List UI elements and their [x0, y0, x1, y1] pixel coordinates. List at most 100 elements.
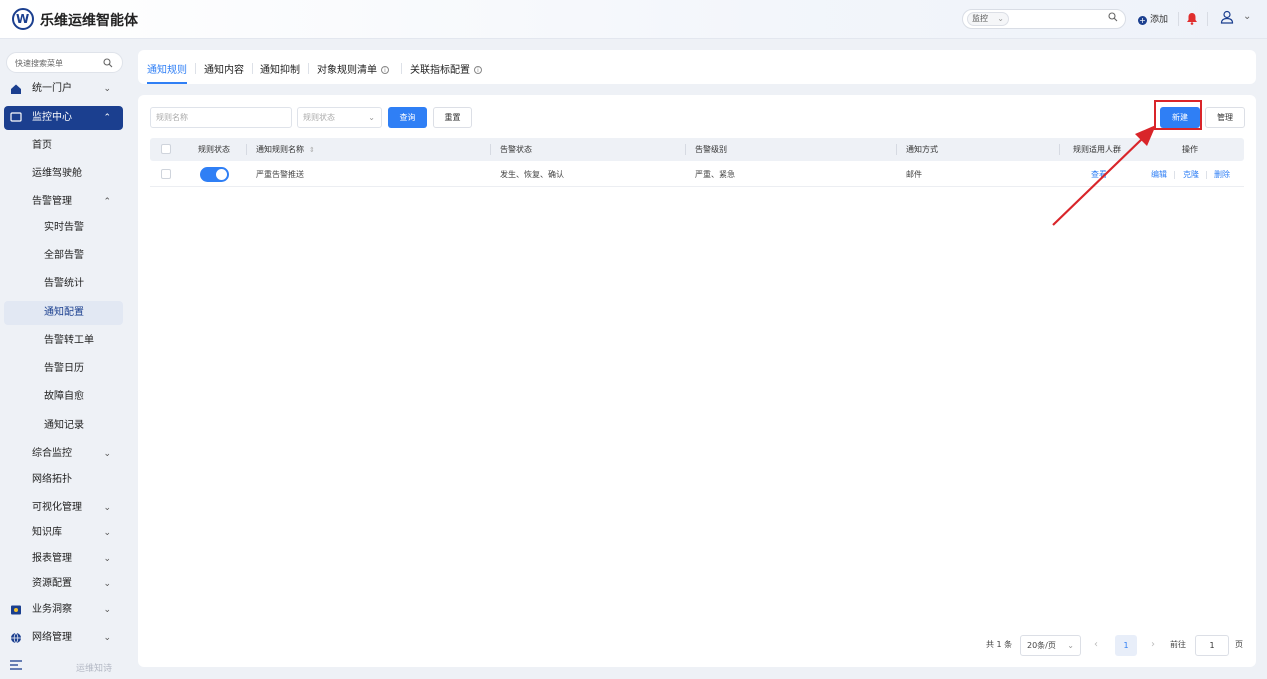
- chevron-down-icon[interactable]: ⌄: [1243, 11, 1251, 22]
- sidebar-item-visualization[interactable]: 可视化管理 ⌄: [4, 497, 123, 519]
- clone-link[interactable]: 克隆: [1183, 162, 1199, 187]
- global-search[interactable]: 监控 ⌄: [962, 9, 1126, 29]
- logo-letter: W: [16, 12, 30, 26]
- select-all-checkbox[interactable]: [161, 144, 171, 154]
- sidebar-item-business-insight[interactable]: 业务洞察 ⌄: [4, 599, 123, 621]
- manage-button[interactable]: 管理: [1205, 107, 1245, 128]
- active-tab-indicator: [147, 82, 187, 84]
- search-icon[interactable]: [1108, 12, 1118, 22]
- sidebar-item-alert-mgmt[interactable]: 告警管理 ⌃: [4, 191, 123, 213]
- chevron-up-icon: ⌃: [103, 113, 111, 123]
- prev-page-icon[interactable]: ‹: [1094, 635, 1098, 655]
- sidebar-item-alert-ticket[interactable]: 告警转工单: [4, 330, 123, 352]
- user-icon[interactable]: [1220, 10, 1234, 24]
- column-divider: [246, 144, 247, 155]
- tab-notify-content[interactable]: 通知内容: [204, 61, 244, 76]
- sidebar-item-label: 告警转工单: [44, 335, 94, 346]
- page-suffix: 页: [1235, 640, 1243, 649]
- sidebar-item-label: 告警统计: [44, 278, 84, 289]
- chevron-down-icon: ⌄: [103, 633, 111, 643]
- rule-status-toggle[interactable]: [200, 167, 229, 182]
- delete-link[interactable]: 删除: [1214, 162, 1230, 187]
- collapse-menu-icon[interactable]: [10, 660, 22, 670]
- chevron-down-icon: ⌄: [103, 528, 111, 538]
- query-button[interactable]: 查询: [388, 107, 427, 128]
- sidebar-item-label: 告警日历: [44, 363, 84, 374]
- page-size-select[interactable]: 20条/页 ⌄: [1020, 635, 1081, 656]
- menu-search-input[interactable]: 快速搜索菜单: [6, 52, 123, 73]
- sidebar-footer-text: 运维知诗: [76, 664, 113, 674]
- menu-search-placeholder: 快速搜索菜单: [15, 59, 63, 68]
- page-number[interactable]: 1: [1115, 635, 1137, 656]
- sidebar: 快速搜索菜单 统一门户 ⌄ 监控中心 ⌃ 首页 运维驾驶舱 告警管理 ⌃ 实时告警…: [0, 40, 133, 679]
- sidebar-item-reports[interactable]: 报表管理 ⌄: [4, 548, 123, 570]
- globe-icon: [11, 632, 21, 644]
- search-scope-label: 监控: [972, 14, 988, 23]
- rule-name-input[interactable]: 规则名称: [150, 107, 292, 128]
- rule-status-placeholder: 规则状态: [303, 113, 335, 122]
- tab-divider: [195, 63, 196, 74]
- alert-level-cell: 严重、紧急: [695, 170, 735, 179]
- action-divider: [1206, 171, 1207, 179]
- tab-object-rules[interactable]: 对象规则清单 i: [317, 61, 389, 76]
- main-content: 规则名称 规则状态 ⌄ 查询 重置 新建 管理 规则状态 通知规则名称 ⇕ 告警状…: [138, 95, 1256, 667]
- rule-name-cell: 严重告警推送: [256, 170, 304, 179]
- sidebar-item-label: 资源配置: [32, 578, 72, 589]
- add-label: 添加: [1150, 15, 1169, 25]
- sidebar-item-label: 告警管理: [32, 196, 72, 207]
- search-scope-select[interactable]: 监控 ⌄: [967, 12, 1009, 26]
- rule-status-select[interactable]: 规则状态 ⌄: [297, 107, 382, 128]
- edit-link[interactable]: 编辑: [1151, 162, 1167, 187]
- sidebar-item-network-topology[interactable]: 网络拓扑: [4, 469, 123, 491]
- header-divider: [1207, 12, 1208, 26]
- tab-notify-suppression[interactable]: 通知抑制: [260, 61, 300, 76]
- add-button[interactable]: + 添加: [1138, 12, 1168, 25]
- sidebar-item-label: 通知配置: [44, 307, 84, 318]
- sidebar-item-integrated-monitoring[interactable]: 综合监控 ⌄: [4, 443, 123, 465]
- tab-related-metrics[interactable]: 关联指标配置 i: [410, 61, 482, 76]
- sidebar-item-monitoring[interactable]: 监控中心 ⌃: [4, 106, 123, 130]
- column-divider: [490, 144, 491, 155]
- page-size-label: 20条/页: [1027, 641, 1056, 650]
- sidebar-item-notify-records[interactable]: 通知记录: [4, 415, 123, 437]
- sidebar-item-knowledge-base[interactable]: 知识库 ⌄: [4, 522, 123, 544]
- sidebar-item-alert-stats[interactable]: 告警统计: [4, 273, 123, 295]
- chevron-down-icon: ⌄: [103, 605, 111, 615]
- tab-notify-rules[interactable]: 通知规则: [147, 61, 187, 76]
- highlight-box: [1154, 100, 1202, 130]
- home-icon: [11, 84, 21, 94]
- alert-status-cell: 发生、恢复、确认: [500, 170, 564, 179]
- sidebar-item-resource-config[interactable]: 资源配置 ⌄: [4, 573, 123, 595]
- sidebar-item-self-healing[interactable]: 故障自愈: [4, 386, 123, 408]
- row-checkbox[interactable]: [161, 169, 171, 179]
- sidebar-item-all-alerts[interactable]: 全部告警: [4, 245, 123, 267]
- reset-button[interactable]: 重置: [433, 107, 472, 128]
- sidebar-item-label: 全部告警: [44, 250, 84, 261]
- column-label: 通知规则名称: [256, 145, 304, 154]
- notify-method-cell: 邮件: [906, 170, 922, 179]
- tab-label: 对象规则清单: [317, 65, 377, 76]
- next-page-icon[interactable]: ›: [1151, 635, 1155, 655]
- monitor-icon: [10, 112, 22, 122]
- sidebar-item-cockpit[interactable]: 运维驾驶舱: [4, 163, 123, 185]
- column-header[interactable]: 通知规则名称 ⇕: [256, 138, 315, 162]
- column-divider: [1059, 144, 1060, 155]
- sidebar-item-notify-config[interactable]: 通知配置: [4, 301, 123, 325]
- sidebar-item-network-mgmt[interactable]: 网络管理 ⌄: [4, 627, 123, 649]
- pagination-total: 共 1 条: [986, 640, 1013, 649]
- tab-bar: 通知规则 通知内容 通知抑制 对象规则清单 i 关联指标配置 i: [138, 50, 1256, 84]
- sidebar-item-label: 实时告警: [44, 222, 84, 233]
- sidebar-item-realtime-alerts[interactable]: 实时告警: [4, 217, 123, 239]
- bell-icon[interactable]: [1186, 12, 1198, 25]
- search-icon: [103, 58, 113, 68]
- sidebar-item-portal[interactable]: 统一门户 ⌄: [4, 78, 123, 100]
- sidebar-item-alert-calendar[interactable]: 告警日历: [4, 358, 123, 380]
- sort-icon[interactable]: ⇕: [309, 146, 315, 154]
- chevron-down-icon: ⌄: [103, 579, 111, 589]
- view-audience-link[interactable]: 查看: [1091, 162, 1107, 187]
- goto-page-input[interactable]: 1: [1195, 635, 1229, 656]
- sidebar-item-label: 监控中心: [32, 112, 72, 123]
- sidebar-item-home[interactable]: 首页: [4, 135, 123, 157]
- app-logo[interactable]: W: [12, 8, 34, 30]
- chevron-down-icon: ⌄: [103, 449, 111, 459]
